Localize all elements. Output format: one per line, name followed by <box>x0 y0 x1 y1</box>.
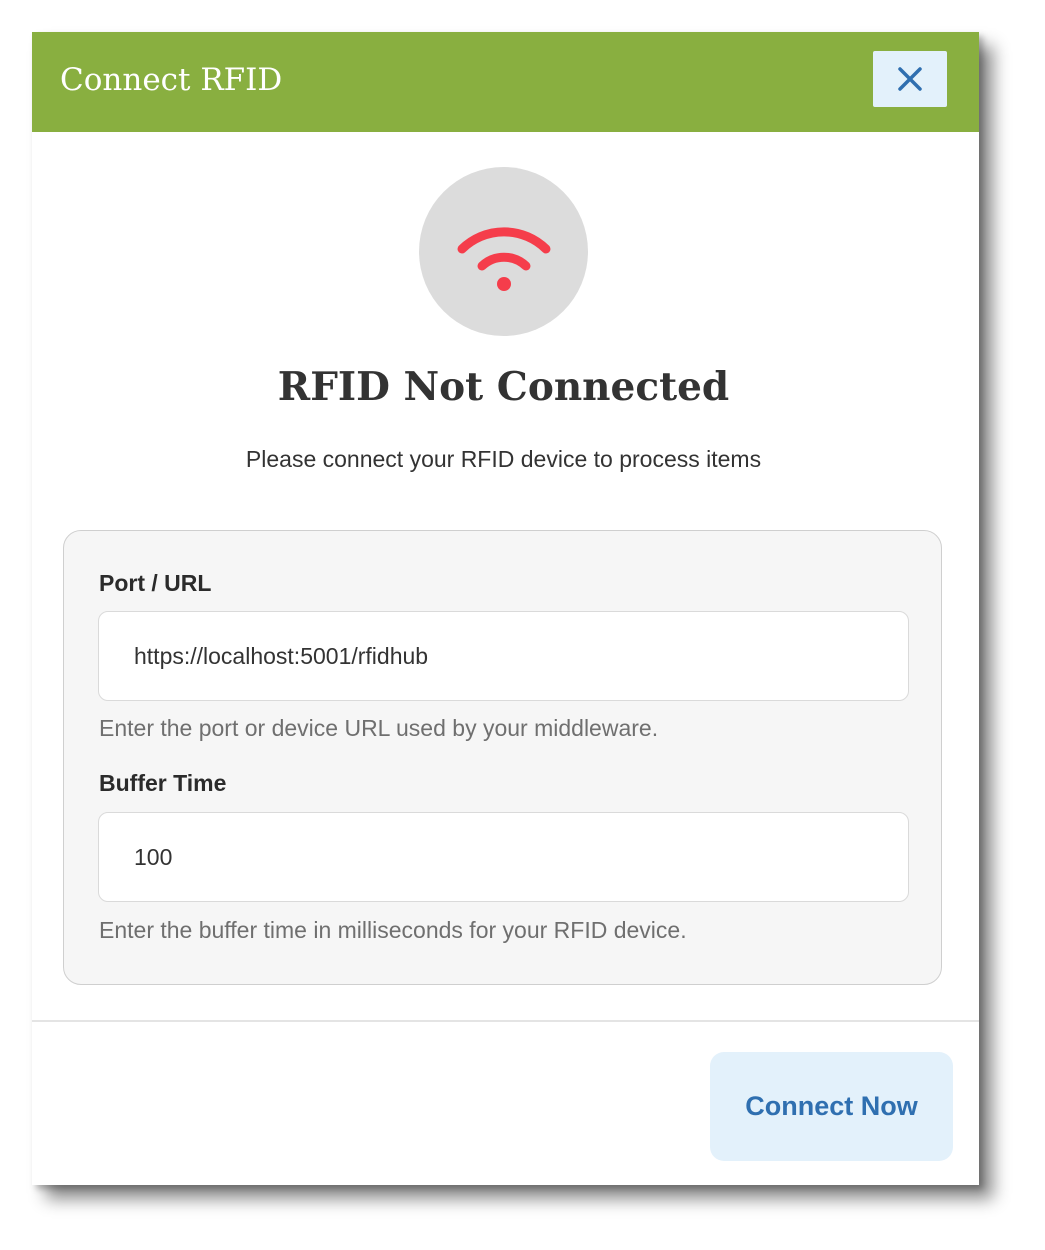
port-url-input[interactable] <box>98 611 909 701</box>
buffer-time-help: Enter the buffer time in milliseconds fo… <box>99 917 687 943</box>
port-url-help: Enter the port or device URL used by you… <box>99 715 659 741</box>
footer-divider <box>32 1020 979 1022</box>
connect-now-button[interactable]: Connect Now <box>710 1052 953 1161</box>
connect-rfid-dialog: Connect RFID RFID Not Connected Please c… <box>32 32 979 1185</box>
status-icon-circle <box>419 167 588 336</box>
settings-card: Port / URL Enter the port or device URL … <box>63 530 942 985</box>
buffer-time-label: Buffer Time <box>99 770 227 796</box>
buffer-time-input[interactable] <box>98 812 909 902</box>
close-icon <box>898 67 922 91</box>
status-subtitle: Please connect your RFID device to proce… <box>245 446 762 472</box>
wifi-icon <box>457 226 550 291</box>
port-url-label: Port / URL <box>99 570 212 596</box>
dialog-title: Connect RFID <box>60 62 283 98</box>
status-title: RFID Not Connected <box>277 364 730 410</box>
dialog-header: Connect RFID <box>32 32 979 132</box>
close-button[interactable] <box>873 51 947 107</box>
